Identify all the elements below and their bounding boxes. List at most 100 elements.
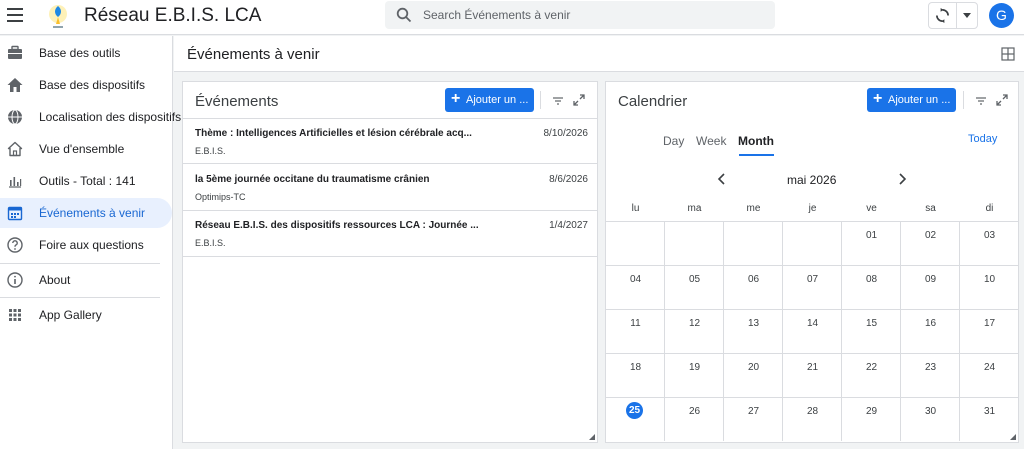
- calendar-day-cell[interactable]: 16: [901, 309, 960, 353]
- calendar-day-cell[interactable]: 02: [901, 221, 960, 265]
- search-bar[interactable]: [385, 1, 775, 29]
- calendar-icon: [7, 206, 23, 221]
- calendar-day-cell[interactable]: 30: [901, 397, 960, 441]
- avatar[interactable]: G: [989, 3, 1014, 28]
- calendar-day-cell[interactable]: 11: [606, 309, 665, 353]
- event-date: 1/4/2027: [549, 220, 588, 231]
- sidebar-item-vue-ensemble[interactable]: Vue d'ensemble: [0, 134, 172, 164]
- calendar-day-cell[interactable]: 15: [842, 309, 901, 353]
- sidebar-item-outils-total[interactable]: Outils - Total : 141: [0, 166, 172, 196]
- event-organizer: Optimips-TC: [195, 192, 246, 202]
- event-organizer: E.B.I.S.: [195, 146, 226, 156]
- home-outline-icon: [7, 141, 23, 157]
- sync-button[interactable]: [929, 3, 957, 28]
- calendar-day-cell[interactable]: 19: [665, 353, 724, 397]
- calendar-day-cell[interactable]: 13: [724, 309, 783, 353]
- weekday-label: di: [985, 203, 994, 214]
- calendar-day-cell[interactable]: 01: [842, 221, 901, 265]
- event-title: Réseau E.B.I.S. des dispositifs ressourc…: [195, 220, 479, 231]
- calendar-day-cell[interactable]: 22: [842, 353, 901, 397]
- calendar-day-number: 06: [747, 274, 760, 285]
- event-list-item[interactable]: Thème : Intelligences Artificielles et l…: [183, 118, 597, 164]
- calendar-day-number: 24: [983, 362, 996, 373]
- calendar-day-number: 05: [688, 274, 701, 285]
- calendar-day-cell[interactable]: 23: [901, 353, 960, 397]
- calendar-day-cell[interactable]: 10: [960, 265, 1019, 309]
- calendar-day-number: 15: [865, 318, 878, 329]
- calendar-day-cell[interactable]: 05: [665, 265, 724, 309]
- resize-handle-icon[interactable]: [1010, 434, 1016, 440]
- today-button[interactable]: Today: [968, 133, 997, 145]
- search-input[interactable]: [423, 5, 763, 25]
- calendar-day-cell[interactable]: 14: [783, 309, 842, 353]
- sidebar-item-label: App Gallery: [39, 308, 102, 322]
- calendar-day-number: 27: [747, 406, 760, 417]
- calendar-day-number: 28: [806, 406, 819, 417]
- resize-handle-icon[interactable]: [589, 434, 595, 440]
- help-icon: [7, 237, 23, 253]
- today-date-badge: 25: [626, 402, 643, 419]
- apps-grid-icon: [9, 309, 21, 321]
- expand-icon[interactable]: [996, 94, 1008, 106]
- sidebar-item-label: Base des outils: [39, 46, 121, 60]
- event-title: Thème : Intelligences Artificielles et l…: [195, 128, 472, 139]
- calendar-day-cell[interactable]: 17: [960, 309, 1019, 353]
- sidebar-item-localisation[interactable]: Localisation des dispositifs: [0, 102, 181, 132]
- sidebar-item-label: About: [39, 273, 71, 287]
- sidebar-item-label: Base des dispositifs: [39, 78, 146, 92]
- chevron-right-icon[interactable]: [897, 173, 907, 185]
- calendar-day-number: 20: [747, 362, 760, 373]
- chevron-left-icon[interactable]: [717, 173, 727, 185]
- menu-icon[interactable]: [7, 8, 23, 22]
- filter-icon[interactable]: [975, 96, 987, 106]
- sidebar-item-evenements[interactable]: Événements à venir: [0, 198, 172, 228]
- calendar-day-number: 13: [747, 318, 760, 329]
- filter-icon[interactable]: [552, 96, 564, 106]
- sidebar-item-base-des-outils[interactable]: Base des outils: [0, 38, 172, 68]
- weekday-label: me: [746, 203, 761, 214]
- calendar-day-cell[interactable]: 27: [724, 397, 783, 441]
- calendar-day-number: 23: [924, 362, 937, 373]
- calendar-day-cell[interactable]: 08: [842, 265, 901, 309]
- sidebar-item-base-des-dispositifs[interactable]: Base des dispositifs: [0, 70, 172, 100]
- calendar-day-cell[interactable]: 12: [665, 309, 724, 353]
- calendar-day-number: 09: [924, 274, 937, 285]
- calendar-day-cell[interactable]: 06: [724, 265, 783, 309]
- info-icon: [7, 272, 23, 288]
- calendar-day-number: 02: [924, 230, 937, 241]
- add-event-button[interactable]: + Ajouter un ...: [445, 88, 534, 112]
- calendar-day-number: 22: [865, 362, 878, 373]
- tab-week[interactable]: Week: [696, 134, 726, 148]
- calendar-day-cell[interactable]: 29: [842, 397, 901, 441]
- tab-day[interactable]: Day: [663, 134, 684, 148]
- calendar-day-cell[interactable]: 20: [724, 353, 783, 397]
- tab-month[interactable]: Month: [738, 134, 774, 148]
- event-title: la 5ème journée occitane du traumatisme …: [195, 174, 430, 185]
- calendar-day-cell[interactable]: 26: [665, 397, 724, 441]
- calendar-day-cell[interactable]: 18: [606, 353, 665, 397]
- weekday-label: ma: [687, 203, 702, 214]
- globe-icon: [8, 109, 22, 125]
- weekday-label: ve: [866, 203, 877, 214]
- sidebar-item-about[interactable]: About: [0, 265, 172, 295]
- sidebar-item-app-gallery[interactable]: App Gallery: [0, 300, 172, 330]
- layout-grid-icon[interactable]: [1001, 47, 1015, 61]
- calendar-day-cell[interactable]: 21: [783, 353, 842, 397]
- calendar-day-cell[interactable]: 25: [606, 397, 665, 441]
- calendar-day-cell[interactable]: 09: [901, 265, 960, 309]
- expand-icon[interactable]: [573, 94, 585, 106]
- calendar-day-cell[interactable]: 04: [606, 265, 665, 309]
- calendar-day-number: 12: [688, 318, 701, 329]
- calendar-day-number: 04: [629, 274, 642, 285]
- calendar-day-cell[interactable]: 24: [960, 353, 1019, 397]
- calendar-day-number: 03: [983, 230, 996, 241]
- calendar-day-cell[interactable]: 03: [960, 221, 1019, 265]
- event-list-item[interactable]: Réseau E.B.I.S. des dispositifs ressourc…: [183, 211, 597, 257]
- chevron-down-icon[interactable]: [957, 3, 978, 28]
- add-calendar-event-button[interactable]: + Ajouter un ...: [867, 88, 956, 112]
- calendar-day-cell[interactable]: 28: [783, 397, 842, 441]
- calendar-day-number: 26: [688, 406, 701, 417]
- event-list-item[interactable]: la 5ème journée occitane du traumatisme …: [183, 165, 597, 211]
- calendar-day-cell[interactable]: 07: [783, 265, 842, 309]
- sidebar-item-faq[interactable]: Foire aux questions: [0, 230, 172, 260]
